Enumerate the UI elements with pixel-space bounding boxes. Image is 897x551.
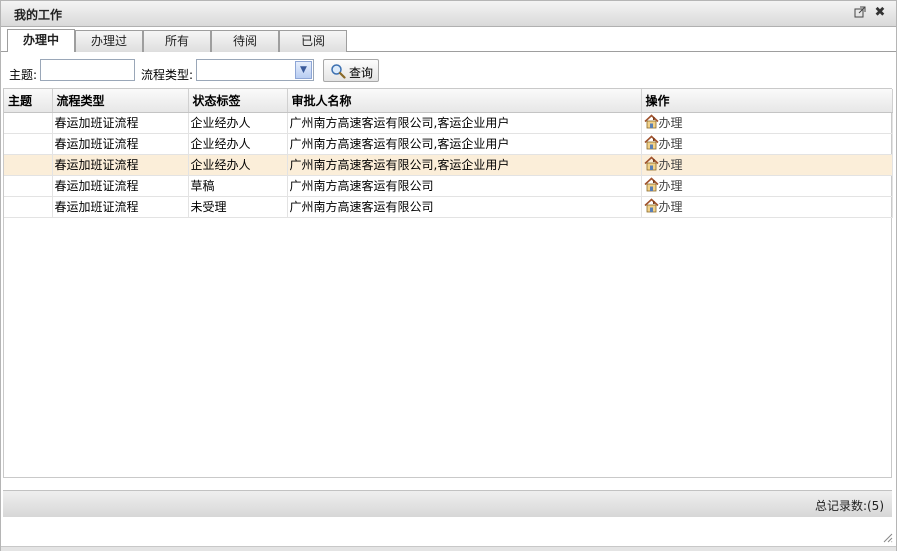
handle-link[interactable]: 办理 xyxy=(643,198,683,215)
my-work-window: 我的工作 ✖ 办理中 办理过 所有 待阅 已阅 主题: 流程类型: ▼ 查询 主… xyxy=(0,0,897,551)
bottom-bar xyxy=(1,546,896,551)
handle-link-label: 办理 xyxy=(658,137,683,151)
cell-approver: 广州南方高速客运有限公司,客运企业用户 xyxy=(287,133,642,155)
grid-footer: 总记录数:(5) xyxy=(3,490,892,517)
process-type-label: 流程类型: xyxy=(141,68,194,82)
handle-link-label: 办理 xyxy=(658,116,683,130)
cell-action: 办理 xyxy=(641,112,893,134)
window-title: 我的工作 xyxy=(14,8,63,22)
subject-label: 主题: xyxy=(9,68,38,82)
table-row[interactable]: 春运加班证流程 草稿 广州南方高速客运有限公司 办理 xyxy=(4,175,893,197)
handle-link[interactable]: 办理 xyxy=(643,135,683,152)
cell-action: 办理 xyxy=(641,133,893,155)
cell-process-type: 春运加班证流程 xyxy=(52,154,189,176)
cell-approver: 广州南方高速客运有限公司 xyxy=(287,175,642,197)
search-bar: 主题: 流程类型: ▼ 查询 xyxy=(1,56,896,86)
cell-status: 企业经办人 xyxy=(188,154,288,176)
column-header-action: 操作 xyxy=(641,89,893,113)
close-icon[interactable]: ✖ xyxy=(873,6,887,20)
handle-link[interactable]: 办理 xyxy=(643,114,683,131)
cell-status: 企业经办人 xyxy=(188,112,288,134)
magnifier-icon xyxy=(330,63,346,79)
table-row[interactable]: 春运加班证流程 企业经办人 广州南方高速客运有限公司,客运企业用户 办理 xyxy=(4,154,893,176)
handle-link-label: 办理 xyxy=(658,200,683,214)
table-row[interactable]: 春运加班证流程 企业经办人 广州南方高速客运有限公司,客运企业用户 办理 xyxy=(4,112,893,134)
handle-link-label: 办理 xyxy=(658,158,683,172)
cell-action: 办理 xyxy=(641,196,893,218)
tab-bar: 办理中 办理过 所有 待阅 已阅 xyxy=(1,29,896,52)
cell-process-type: 春运加班证流程 xyxy=(52,175,189,197)
total-record-count: 总记录数:(5) xyxy=(814,499,884,513)
chevron-down-icon[interactable]: ▼ xyxy=(295,61,312,79)
handle-link-label: 办理 xyxy=(658,179,683,193)
column-header-approver[interactable]: 审批人名称 xyxy=(287,89,642,113)
house-icon xyxy=(643,177,659,192)
tab-in-progress[interactable]: 办理中 xyxy=(7,29,75,52)
cell-process-type: 春运加班证流程 xyxy=(52,196,189,218)
handle-link[interactable]: 办理 xyxy=(643,156,683,173)
cell-action: 办理 xyxy=(641,175,893,197)
cell-status: 企业经办人 xyxy=(188,133,288,155)
cell-approver: 广州南方高速客运有限公司,客运企业用户 xyxy=(287,154,642,176)
tab-handled[interactable]: 办理过 xyxy=(75,30,143,52)
title-bar: 我的工作 ✖ xyxy=(1,1,896,27)
cell-subject xyxy=(4,175,53,197)
column-header-process-type[interactable]: 流程类型 xyxy=(52,89,189,113)
cell-subject xyxy=(4,112,53,134)
process-type-select[interactable]: ▼ xyxy=(196,59,314,81)
cell-status: 未受理 xyxy=(188,196,288,218)
external-window-icon[interactable] xyxy=(853,6,867,20)
tab-all[interactable]: 所有 xyxy=(143,30,211,52)
column-header-status[interactable]: 状态标签 xyxy=(188,89,288,113)
table-row[interactable]: 春运加班证流程 未受理 广州南方高速客运有限公司 办理 xyxy=(4,196,893,218)
table-row[interactable]: 春运加班证流程 企业经办人 广州南方高速客运有限公司,客运企业用户 办理 xyxy=(4,133,893,155)
cell-approver: 广州南方高速客运有限公司,客运企业用户 xyxy=(287,112,642,134)
cell-process-type: 春运加班证流程 xyxy=(52,133,189,155)
resize-grip-icon[interactable] xyxy=(881,531,893,543)
cell-subject xyxy=(4,154,53,176)
handle-link[interactable]: 办理 xyxy=(643,177,683,194)
column-header-subject[interactable]: 主题 xyxy=(4,89,53,113)
work-list-grid: 主题 流程类型 状态标签 审批人名称 操作 春运加班证流程 企业经办人 广州南方… xyxy=(3,88,893,478)
cell-approver: 广州南方高速客运有限公司 xyxy=(287,196,642,218)
table-header-row: 主题 流程类型 状态标签 审批人名称 操作 xyxy=(4,89,893,113)
house-icon xyxy=(643,114,659,129)
house-icon xyxy=(643,156,659,171)
tab-to-read[interactable]: 待阅 xyxy=(211,30,279,52)
house-icon xyxy=(643,135,659,150)
house-icon xyxy=(643,198,659,213)
cell-status: 草稿 xyxy=(188,175,288,197)
cell-subject xyxy=(4,196,53,218)
tab-read[interactable]: 已阅 xyxy=(279,30,347,52)
cell-process-type: 春运加班证流程 xyxy=(52,112,189,134)
query-button-label: 查询 xyxy=(349,66,374,80)
cell-subject xyxy=(4,133,53,155)
cell-action: 办理 xyxy=(641,154,893,176)
subject-input[interactable] xyxy=(40,59,135,81)
query-button[interactable]: 查询 xyxy=(323,59,379,82)
